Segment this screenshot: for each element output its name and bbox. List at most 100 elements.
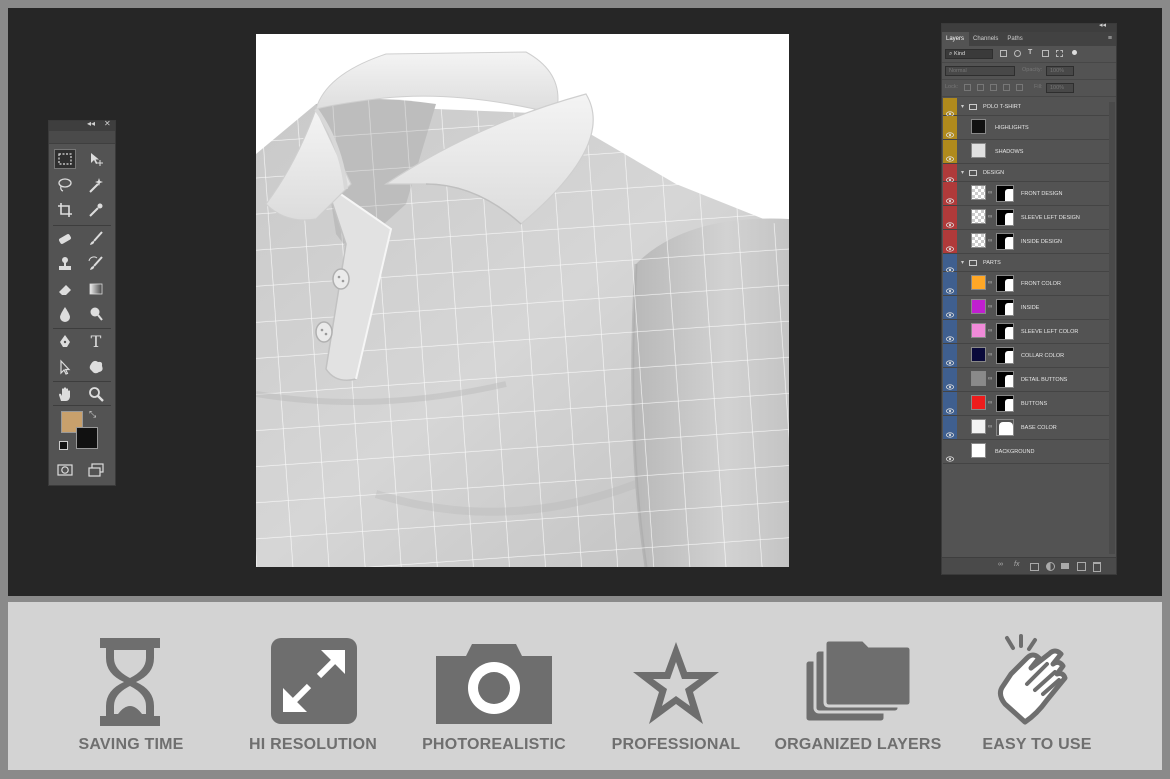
- visibility-eye-icon[interactable]: [946, 149, 954, 162]
- layer-row[interactable]: ∞ DETAIL BUTTONS: [943, 368, 1109, 392]
- crop-tool-icon[interactable]: [54, 200, 76, 220]
- layer-row[interactable]: ∞ BUTTONS: [943, 392, 1109, 416]
- group-expand-icon[interactable]: ▾: [961, 169, 964, 176]
- smart-object-thumbnail[interactable]: [971, 233, 986, 248]
- layer-row[interactable]: ▾ PARTS: [943, 254, 1109, 273]
- layer-row[interactable]: ▾ DESIGN: [943, 164, 1109, 183]
- layers-scrollbar[interactable]: [1109, 102, 1115, 554]
- mask-icon[interactable]: [1030, 563, 1039, 571]
- layer-row[interactable]: BACKGROUND: [943, 440, 1109, 464]
- move-tool-icon[interactable]: [85, 149, 107, 169]
- lock-artboard-icon[interactable]: [1003, 84, 1010, 91]
- link-icon[interactable]: ∞: [988, 238, 992, 244]
- link-icon[interactable]: ∞: [988, 400, 992, 406]
- link-icon[interactable]: ∞: [988, 328, 992, 334]
- blend-mode-select[interactable]: Normal: [945, 66, 1015, 76]
- custom-shape-tool-icon[interactable]: [85, 357, 107, 377]
- hand-tool-icon[interactable]: [54, 384, 76, 404]
- filter-kind-select[interactable]: ⌕ Kind: [945, 49, 993, 59]
- visibility-eye-icon[interactable]: [946, 401, 954, 414]
- screen-mode-icon[interactable]: [85, 460, 107, 480]
- fill-swatch-thumbnail[interactable]: [971, 371, 986, 386]
- filter-pixel-icon[interactable]: [1000, 50, 1007, 57]
- new-layer-icon[interactable]: [1077, 562, 1086, 571]
- history-brush-tool-icon[interactable]: [85, 254, 107, 274]
- layer-row[interactable]: ▾ POLO T-SHIRT: [943, 98, 1109, 117]
- panel-menu-icon[interactable]: ≡: [1108, 35, 1112, 42]
- layer-mask-thumbnail[interactable]: [996, 299, 1014, 316]
- opacity-input[interactable]: 100%: [1046, 66, 1074, 76]
- visibility-eye-icon[interactable]: [946, 170, 954, 183]
- layer-row[interactable]: ∞ COLLAR COLOR: [943, 344, 1109, 368]
- smart-object-thumbnail[interactable]: [971, 209, 986, 224]
- visibility-eye-icon[interactable]: [946, 260, 954, 273]
- magic-wand-tool-icon[interactable]: [85, 175, 107, 195]
- layer-mask-thumbnail[interactable]: [996, 347, 1014, 364]
- collapse-icon[interactable]: ◂◂: [87, 119, 95, 128]
- blur-tool-icon[interactable]: [54, 304, 76, 324]
- marquee-tool-icon[interactable]: [54, 149, 76, 169]
- layer-thumbnail[interactable]: [971, 443, 986, 458]
- layer-mask-thumbnail[interactable]: [996, 323, 1014, 340]
- fill-swatch-thumbnail[interactable]: [971, 347, 986, 362]
- layer-row[interactable]: ∞ SLEEVE LEFT COLOR: [943, 320, 1109, 344]
- lock-all-icon[interactable]: [1016, 84, 1023, 91]
- link-icon[interactable]: ∞: [988, 424, 992, 430]
- background-color-swatch[interactable]: [76, 427, 98, 449]
- visibility-eye-icon[interactable]: [946, 281, 954, 294]
- close-icon[interactable]: ✕: [104, 119, 111, 128]
- layer-thumbnail[interactable]: [971, 143, 986, 158]
- visibility-eye-icon[interactable]: [946, 305, 954, 318]
- type-tool-icon[interactable]: T: [85, 332, 107, 352]
- visibility-eye-icon[interactable]: [946, 191, 954, 204]
- layer-mask-thumbnail[interactable]: [996, 275, 1014, 292]
- link-icon[interactable]: ∞: [988, 214, 992, 220]
- link-icon[interactable]: ∞: [988, 376, 992, 382]
- fill-swatch-thumbnail[interactable]: [971, 323, 986, 338]
- zoom-tool-icon[interactable]: [85, 384, 107, 404]
- dodge-tool-icon[interactable]: [85, 304, 107, 324]
- tab-paths[interactable]: Paths: [1003, 32, 1027, 46]
- visibility-eye-icon[interactable]: [946, 353, 954, 366]
- filter-shape-icon[interactable]: [1042, 50, 1049, 57]
- layer-row[interactable]: ∞ FRONT DESIGN: [943, 182, 1109, 206]
- lock-pixels-icon[interactable]: [977, 84, 984, 91]
- default-colors-icon[interactable]: [59, 441, 68, 450]
- gradient-tool-icon[interactable]: [85, 279, 107, 299]
- lasso-tool-icon[interactable]: [54, 175, 76, 195]
- filter-type-icon[interactable]: T: [1028, 49, 1032, 56]
- filter-adjustment-icon[interactable]: [1014, 50, 1021, 57]
- clone-stamp-tool-icon[interactable]: [54, 254, 76, 274]
- fill-input[interactable]: 100%: [1046, 83, 1074, 93]
- layer-row[interactable]: ∞ SLEEVE LEFT DESIGN: [943, 206, 1109, 230]
- visibility-eye-icon[interactable]: [946, 425, 954, 438]
- collapse-icon[interactable]: ◂◂: [1099, 21, 1106, 29]
- link-icon[interactable]: ∞: [988, 280, 992, 286]
- layer-row[interactable]: SHADOWS: [943, 140, 1109, 164]
- link-icon[interactable]: ∞: [998, 561, 1003, 568]
- lock-position-icon[interactable]: [990, 84, 997, 91]
- layer-row[interactable]: HIGHLIGHTS: [943, 116, 1109, 140]
- swap-colors-icon[interactable]: ⤡: [89, 409, 96, 420]
- layer-row[interactable]: ∞ INSIDE DESIGN: [943, 230, 1109, 254]
- fill-swatch-thumbnail[interactable]: [971, 275, 986, 290]
- eraser-tool-icon[interactable]: [54, 279, 76, 299]
- visibility-eye-icon[interactable]: [946, 239, 954, 252]
- tools-panel-header[interactable]: ◂◂ ✕: [49, 119, 115, 131]
- layer-thumbnail[interactable]: [971, 119, 986, 134]
- layer-mask-thumbnail[interactable]: [996, 209, 1014, 226]
- group-expand-icon[interactable]: ▾: [961, 103, 964, 110]
- visibility-eye-icon[interactable]: [946, 104, 954, 117]
- group-expand-icon[interactable]: ▾: [961, 259, 964, 266]
- fill-swatch-thumbnail[interactable]: [971, 419, 986, 434]
- path-selection-tool-icon[interactable]: [54, 357, 76, 377]
- fill-swatch-thumbnail[interactable]: [971, 395, 986, 410]
- fx-icon[interactable]: fx: [1014, 561, 1019, 568]
- layer-mask-thumbnail[interactable]: [996, 371, 1014, 388]
- eyedropper-tool-icon[interactable]: [85, 200, 107, 220]
- layer-row[interactable]: ∞ BASE COLOR: [943, 416, 1109, 440]
- tab-channels[interactable]: Channels: [969, 32, 1003, 46]
- visibility-eye-icon[interactable]: [946, 215, 954, 228]
- visibility-eye-icon[interactable]: [946, 125, 954, 138]
- trash-icon[interactable]: [1093, 562, 1101, 572]
